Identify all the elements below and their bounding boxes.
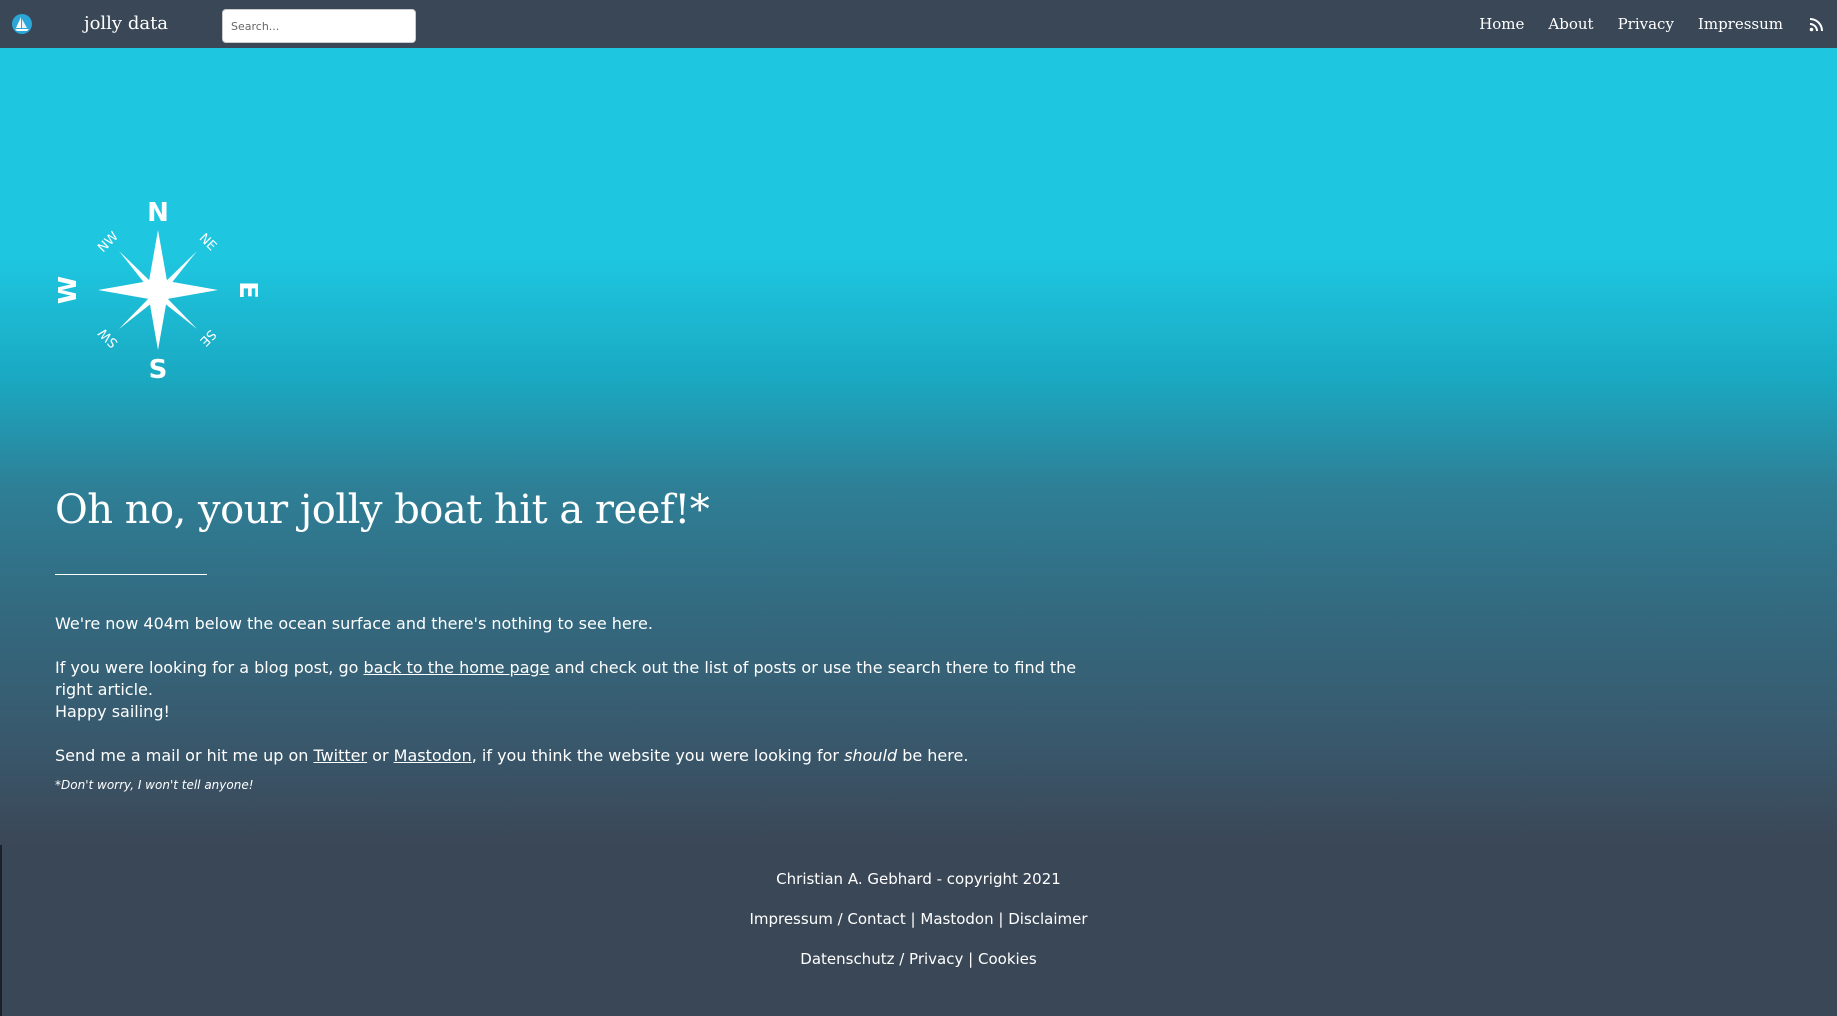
footer-impressum-link[interactable]: Impressum / Contact <box>749 910 905 928</box>
compass-se-label: SE <box>196 326 218 348</box>
nav-about-link[interactable]: About <box>1548 15 1593 33</box>
compass-south-label: S <box>149 355 168 385</box>
error-content: Oh no, your jolly boat hit a reef!* We'r… <box>55 480 1115 789</box>
contact-text-end: be here. <box>897 746 969 765</box>
contact-text-or: or <box>367 746 394 765</box>
sailboat-logo-icon[interactable] <box>12 14 32 34</box>
title-divider <box>55 574 207 575</box>
footer-cookies-link[interactable]: Cookies <box>978 950 1037 968</box>
site-title[interactable]: jolly data <box>84 13 168 34</box>
footer-mastodon-link[interactable]: Mastodon <box>920 910 993 928</box>
compass-west-label: W <box>58 276 83 305</box>
footer-copyright: Christian A. Gebhard - copyright 2021 <box>776 870 1061 888</box>
window-edge <box>0 845 2 1016</box>
footnote: *Don't worry, I won't tell anyone! <box>55 778 254 792</box>
compass-north-label: N <box>147 198 169 228</box>
nav-privacy-link[interactable]: Privacy <box>1618 15 1674 33</box>
main-nav: Home About Privacy Impressum <box>1479 0 1783 48</box>
footer-privacy-link[interactable]: Datenschutz / Privacy <box>800 950 963 968</box>
home-paragraph: If you were looking for a blog post, go … <box>55 657 1115 723</box>
happy-sailing-text: Happy sailing! <box>55 702 170 721</box>
compass-east-label: E <box>233 281 258 299</box>
footer-links-row-1: Impressum / Contact | Mastodon | Disclai… <box>0 910 1837 928</box>
site-footer: Christian A. Gebhard - copyright 2021 Im… <box>0 845 1837 1016</box>
intro-paragraph: We're now 404m below the ocean surface a… <box>55 613 1115 635</box>
contact-text-before: Send me a mail or hit me up on <box>55 746 314 765</box>
page-title: Oh no, your jolly boat hit a reef!* <box>55 487 710 533</box>
contact-text-after: , if you think the website you were look… <box>471 746 845 765</box>
footer-separator: | <box>998 910 1004 928</box>
should-emphasis: should <box>844 746 898 765</box>
home-text-before: If you were looking for a blog post, go <box>55 658 364 677</box>
compass-rose-icon: N S E W NE NW SE SW <box>53 190 263 390</box>
top-navbar: jolly data Home About Privacy Impressum <box>0 0 1837 48</box>
mastodon-link[interactable]: Mastodon <box>394 746 472 765</box>
compass-nw-label: NW <box>95 229 122 256</box>
twitter-link[interactable]: Twitter <box>313 746 367 765</box>
footer-links-row-2: Datenschutz / Privacy | Cookies <box>0 950 1837 968</box>
nav-home-link[interactable]: Home <box>1479 15 1524 33</box>
compass-sw-label: SW <box>96 325 122 351</box>
footer-separator: | <box>968 950 974 968</box>
contact-paragraph: Send me a mail or hit me up on Twitter o… <box>55 745 1115 767</box>
footer-disclaimer-link[interactable]: Disclaimer <box>1008 910 1087 928</box>
intro-text: We're now 404m below the ocean surface a… <box>55 614 653 633</box>
home-page-link[interactable]: back to the home page <box>364 658 550 677</box>
compass-ne-label: NE <box>196 231 219 254</box>
footer-separator: | <box>910 910 916 928</box>
rss-icon[interactable] <box>1809 17 1823 32</box>
search-input[interactable] <box>222 9 416 43</box>
nav-impressum-link[interactable]: Impressum <box>1698 15 1783 33</box>
